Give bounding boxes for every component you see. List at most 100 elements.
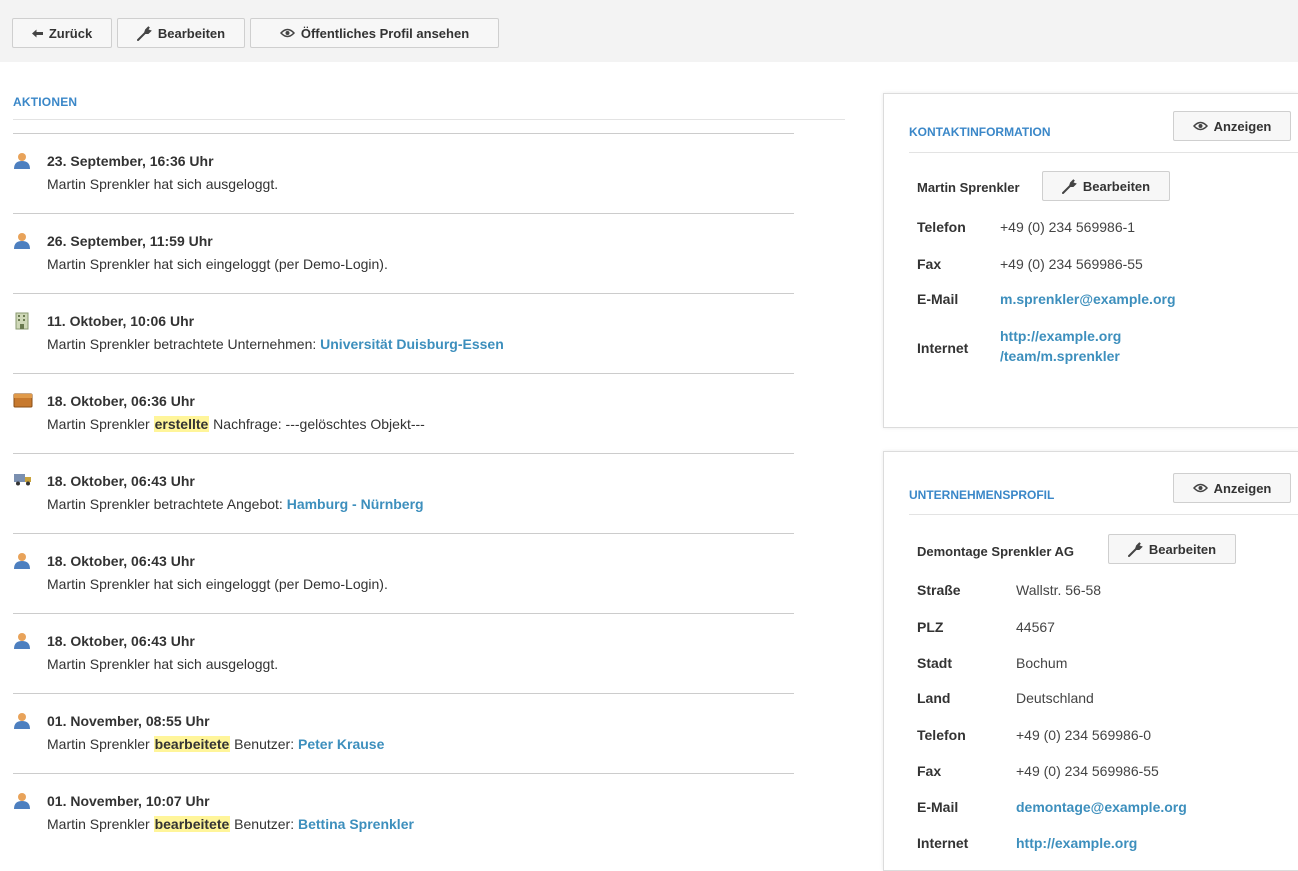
company-telefon-value: +49 (0) 234 569986-0 [1016, 727, 1152, 743]
activity-description: Martin Sprenkler hat sich ausgeloggt. [47, 656, 278, 672]
activity-text: Martin Sprenkler [47, 816, 154, 832]
telefon-value: +49 (0) 234 569986-1 [1000, 219, 1136, 235]
building-icon [13, 312, 31, 330]
activity-verb-highlight: erstellte [153, 416, 210, 432]
activity-text-continued: Benutzer: [230, 736, 298, 752]
activity-verb-highlight: bearbeitete [153, 736, 231, 752]
activity-item: 01. November, 10:07 Uhr Martin Sprenkler … [13, 773, 794, 854]
land-value: Deutschland [1016, 690, 1094, 706]
activity-text: Martin Sprenkler [47, 416, 154, 432]
aktionen-heading: AKTIONEN [13, 95, 78, 109]
contact-name: Martin Sprenkler [917, 180, 1020, 195]
divider [13, 119, 845, 120]
divider [909, 514, 1298, 515]
box-icon [13, 392, 33, 410]
activity-link[interactable]: Hamburg - Nürnberg [287, 496, 424, 512]
fax-value: +49 (0) 234 569986-55 [1000, 256, 1143, 272]
edit-profile-button[interactable]: Bearbeiten [117, 18, 245, 48]
company-telefon-label: Telefon [917, 727, 966, 743]
activity-date: 26. September, 11:59 Uhr [47, 233, 213, 249]
internet-link-line1: http://example.org [1000, 328, 1122, 344]
contact-show-label: Anzeigen [1213, 118, 1272, 134]
edit-profile-label: Bearbeiten [157, 25, 226, 41]
plz-label: PLZ [917, 619, 944, 635]
activity-date: 18. Oktober, 06:36 Uhr [47, 393, 195, 409]
activity-description: Martin Sprenkler hat sich eingeloggt (pe… [47, 256, 388, 272]
strasse-value: Wallstr. 56-58 [1016, 582, 1102, 598]
activity-date: 23. September, 16:36 Uhr [47, 153, 214, 169]
activity-link[interactable]: Peter Krause [298, 736, 384, 752]
activity-item: 18. Oktober, 06:43 Uhr Martin Sprenkler h… [13, 613, 794, 694]
activity-text: Martin Sprenkler hat sich eingeloggt (pe… [47, 256, 388, 272]
user-icon [13, 792, 31, 810]
company-show-button[interactable]: Anzeigen [1173, 473, 1291, 503]
wrench-icon [1061, 178, 1077, 194]
activity-description: Martin Sprenkler bearbeitete Benutzer: B… [47, 816, 414, 832]
company-email-label: E-Mail [917, 799, 959, 815]
activity-text-continued: Nachfrage: ---gelöschtes Objekt--- [209, 416, 425, 432]
activity-text: Martin Sprenkler hat sich ausgeloggt. [47, 176, 279, 192]
activity-text: Martin Sprenkler hat sich eingeloggt (pe… [47, 576, 388, 592]
contact-panel-title: KONTAKTINFORMATION [909, 125, 1051, 139]
company-internet-link[interactable]: http://example.org [1016, 833, 1137, 853]
back-button-label: Zurück [48, 25, 93, 41]
activity-date: 18. Oktober, 06:43 Uhr [47, 473, 195, 489]
contact-show-button[interactable]: Anzeigen [1173, 111, 1291, 141]
user-icon [13, 552, 31, 570]
divider [909, 152, 1298, 153]
activity-item: 18. Oktober, 06:36 Uhr Martin Sprenkler e… [13, 373, 794, 454]
activity-item: 01. November, 08:55 Uhr Martin Sprenkler … [13, 693, 794, 774]
land-label: Land [917, 690, 951, 706]
view-public-profile-label: Öffentliches Profil ansehen [300, 25, 470, 41]
activity-item: 18. Oktober, 06:43 Uhr Martin Sprenkler b… [13, 453, 794, 534]
user-icon [13, 152, 31, 170]
activity-item: 18. Oktober, 06:43 Uhr Martin Sprenkler h… [13, 533, 794, 614]
activity-date: 01. November, 08:55 Uhr [47, 713, 210, 729]
eye-icon [279, 28, 295, 38]
company-panel-title: UNTERNEHMENSPROFIL [909, 488, 1055, 502]
activity-description: Martin Sprenkler erstellte Nachfrage: --… [47, 416, 425, 432]
activity-text: Martin Sprenkler betrachtete Unternehmen… [47, 336, 321, 352]
company-show-label: Anzeigen [1213, 480, 1272, 496]
email-label: E-Mail [917, 291, 959, 307]
back-button[interactable]: Zurück [12, 18, 112, 48]
internet-link-line2: /team/m.sprenkler [1000, 348, 1120, 364]
eye-icon [1192, 483, 1208, 493]
activity-text: Martin Sprenkler [47, 736, 154, 752]
activity-date: 18. Oktober, 06:43 Uhr [47, 633, 195, 649]
stadt-value: Bochum [1016, 655, 1068, 671]
wrench-icon [1127, 541, 1143, 557]
user-icon [13, 632, 31, 650]
plz-value: 44567 [1016, 619, 1055, 635]
activity-item: 26. September, 11:59 Uhr Martin Sprenkler… [13, 213, 794, 294]
internet-link[interactable]: http://example.org /team/m.sprenkler [1000, 326, 1121, 366]
activity-date: 11. Oktober, 10:06 Uhr [47, 313, 195, 329]
contact-panel: KONTAKTINFORMATION Anzeigen Martin Spren… [883, 93, 1298, 428]
activity-item: 23. September, 16:36 Uhr Martin Sprenkler… [13, 133, 794, 214]
contact-edit-label: Bearbeiten [1082, 178, 1151, 194]
activity-description: Martin Sprenkler bearbeitete Benutzer: P… [47, 736, 384, 752]
eye-icon [1192, 121, 1208, 131]
activity-link[interactable]: Universität Duisburg-Essen [320, 336, 504, 352]
activity-description: Martin Sprenkler betrachtete Angebot: Ha… [47, 496, 424, 512]
activity-text: Martin Sprenkler betrachtete Angebot: [47, 496, 287, 512]
activity-date: 01. November, 10:07 Uhr [47, 793, 210, 809]
activity-item: 11. Oktober, 10:06 Uhr Martin Sprenkler b… [13, 293, 794, 374]
user-icon [13, 232, 31, 250]
telefon-label: Telefon [917, 219, 966, 235]
activity-text: Martin Sprenkler hat sich ausgeloggt. [47, 656, 279, 672]
arrow-left-icon [31, 29, 43, 38]
wrench-icon [136, 25, 152, 41]
company-edit-button[interactable]: Bearbeiten [1108, 534, 1236, 564]
truck-icon [13, 472, 31, 490]
activity-date: 18. Oktober, 06:43 Uhr [47, 553, 195, 569]
activity-description: Martin Sprenkler betrachtete Unternehmen… [47, 336, 504, 352]
view-public-profile-button[interactable]: Öffentliches Profil ansehen [250, 18, 499, 48]
fax-label: Fax [917, 256, 942, 272]
email-link[interactable]: m.sprenkler@example.org [1000, 289, 1176, 309]
company-email-link[interactable]: demontage@example.org [1016, 797, 1187, 817]
activity-description: Martin Sprenkler hat sich ausgeloggt. [47, 176, 278, 192]
activity-link[interactable]: Bettina Sprenkler [298, 816, 414, 832]
contact-edit-button[interactable]: Bearbeiten [1042, 171, 1170, 201]
company-panel: UNTERNEHMENSPROFIL Anzeigen Demontage Sp… [883, 451, 1298, 871]
